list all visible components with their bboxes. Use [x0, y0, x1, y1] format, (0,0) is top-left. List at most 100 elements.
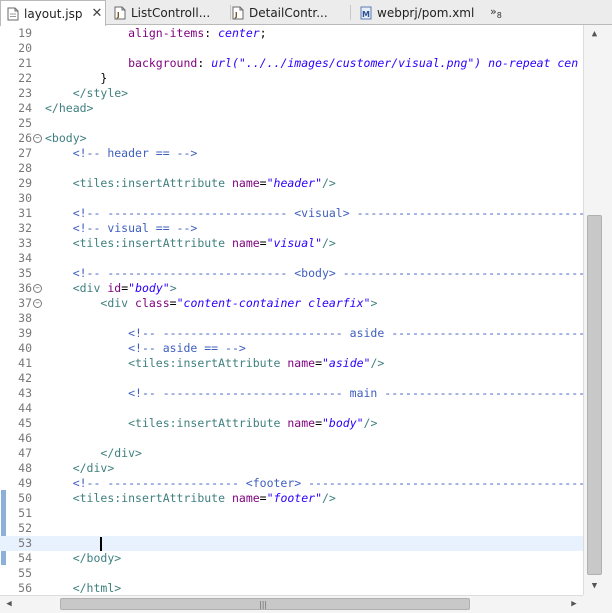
code-text: </html>	[45, 581, 121, 595]
line-number: 36	[18, 281, 32, 295]
code-token: "footer"	[266, 491, 322, 505]
scroll-right-arrow-icon[interactable]: ▶	[567, 598, 581, 612]
vertical-scroll-thumb[interactable]	[587, 215, 602, 575]
tab-overflow-button[interactable]: »8	[490, 5, 502, 20]
close-icon[interactable]: ✕	[91, 6, 102, 21]
horizontal-scrollbar[interactable]: ◀ ||| ▶	[0, 595, 583, 613]
code-text: <!-- -------------------------- main ---…	[45, 386, 583, 401]
code-line[interactable]: 47 </div>	[0, 446, 583, 461]
code-line[interactable]: 52	[0, 521, 583, 536]
code-text: <tiles:insertAttribute name="aside"/>	[45, 356, 384, 371]
code-text: </style>	[45, 86, 128, 101]
code-token: <!-- aside == -->	[128, 341, 246, 355]
code-line[interactable]: 23 </style>	[0, 86, 583, 101]
code-line[interactable]: 42	[0, 371, 583, 386]
grip-icon: |||	[259, 600, 268, 609]
code-line[interactable]: 55	[0, 566, 583, 581]
code-line[interactable]: 39 <!-- -------------------------- aside…	[0, 326, 583, 341]
code-token: />	[322, 491, 336, 505]
line-number: 53	[18, 536, 32, 550]
scroll-down-arrow-icon[interactable]: ▼	[587, 579, 602, 593]
code-line[interactable]: 32 <!-- visual == -->	[0, 221, 583, 236]
code-line[interactable]: 30	[0, 191, 583, 206]
code-line[interactable]: 43 <!-- -------------------------- main …	[0, 386, 583, 401]
code-editor[interactable]: 19 align-items: center; 20 21 background: …	[0, 25, 583, 595]
code-line[interactable]: 50 <tiles:insertAttribute name="footer"/…	[0, 491, 583, 506]
code-token: >	[370, 296, 378, 310]
code-line[interactable]: 54 </body>	[0, 551, 583, 566]
tab-pom-xml[interactable]: M webprj/pom.xml	[354, 0, 484, 25]
code-token: =	[169, 296, 177, 310]
code-line[interactable]: 48 </div>	[0, 461, 583, 476]
tab-list-controller[interactable]: J ListControll...	[108, 0, 230, 25]
code-token: "content-container clearfix"	[176, 296, 371, 310]
code-text: <tiles:insertAttribute name="body"/>	[45, 416, 377, 431]
line-number: 19	[18, 26, 32, 40]
fold-toggle-icon[interactable]: −	[33, 284, 42, 293]
code-line[interactable]: 49 <!-- ------------------- <footer> ---…	[0, 476, 583, 491]
code-line[interactable]: 21 background: url("../../images/custome…	[0, 56, 583, 71]
code-line[interactable]: 41 <tiles:insertAttribute name="aside"/>	[0, 356, 583, 371]
code-token: "body"	[128, 281, 170, 295]
code-token: <tiles:insertAttribute	[72, 176, 226, 190]
code-line[interactable]: 31 <!-- -------------------------- <visu…	[0, 206, 583, 221]
code-line[interactable]: 28	[0, 161, 583, 176]
code-line[interactable]: 37− <div class="content-container clearf…	[0, 296, 583, 311]
code-token: <!-- ------------------- <footer> ------…	[72, 476, 583, 490]
code-token: </body>	[72, 551, 122, 565]
line-number: 25	[18, 116, 32, 130]
code-token: <tiles:insertAttribute	[72, 491, 226, 505]
code-token: </html>	[72, 581, 122, 595]
code-line[interactable]: 26− <body>	[0, 131, 583, 146]
code-line[interactable]: 27 <!-- header == -->	[0, 146, 583, 161]
line-number: 41	[18, 356, 32, 370]
line-number: 43	[18, 386, 32, 400]
code-line[interactable]: 44	[0, 401, 583, 416]
code-line[interactable]: 36− <div id="body">	[0, 281, 583, 296]
code-line[interactable]: 46	[0, 431, 583, 446]
code-text: <tiles:insertAttribute name="header"/>	[45, 176, 336, 191]
code-line[interactable]: 33 <tiles:insertAttribute name="visual"/…	[0, 236, 583, 251]
code-line[interactable]: 35 <!-- -------------------------- <body…	[0, 266, 583, 281]
line-number: 49	[18, 476, 32, 490]
code-token: "aside"	[322, 356, 371, 370]
code-token: </head>	[45, 101, 94, 115]
code-line[interactable]: 38	[0, 311, 583, 326]
code-line[interactable]: 40 <!-- aside == -->	[0, 341, 583, 356]
line-number: 28	[18, 161, 32, 175]
code-token: />	[370, 356, 385, 370]
code-line[interactable]: 24 </head>	[0, 101, 583, 116]
code-line[interactable]: 51	[0, 506, 583, 521]
code-text: </div>	[45, 461, 115, 476]
code-line[interactable]: 22 }	[0, 71, 583, 86]
line-number: 27	[18, 146, 32, 160]
fold-toggle-icon[interactable]: −	[33, 299, 42, 308]
scroll-left-arrow-icon[interactable]: ◀	[2, 598, 16, 612]
code-line[interactable]: 20	[0, 41, 583, 56]
scroll-up-arrow-icon[interactable]: ▲	[587, 27, 602, 41]
code-line[interactable]: 25	[0, 116, 583, 131]
code-line[interactable]: 29 <tiles:insertAttribute name="header"/…	[0, 176, 583, 191]
tab-detail-controller[interactable]: J DetailContr...	[226, 0, 350, 25]
code-text: <!-- aside == -->	[45, 341, 246, 356]
code-line[interactable]: 34	[0, 251, 583, 266]
horizontal-scroll-thumb[interactable]: |||	[60, 598, 470, 610]
line-number: 47	[18, 446, 32, 460]
code-line[interactable]: 45 <tiles:insertAttribute name="body"/>	[0, 416, 583, 431]
tab-layout-jsp[interactable]: layout.jsp ✕	[0, 0, 106, 26]
code-line[interactable]: 19 align-items: center;	[0, 26, 583, 41]
code-line[interactable]: 56 </html>	[0, 581, 583, 595]
fold-toggle-icon[interactable]: −	[33, 134, 42, 143]
code-text: </div>	[45, 446, 142, 461]
code-text: <div class="content-container clearfix">	[45, 296, 377, 311]
code-line[interactable]: 53	[0, 536, 583, 551]
line-number: 44	[18, 401, 32, 415]
code-token: ;	[259, 26, 267, 40]
vertical-scrollbar[interactable]: ▲ ▼	[583, 25, 612, 595]
